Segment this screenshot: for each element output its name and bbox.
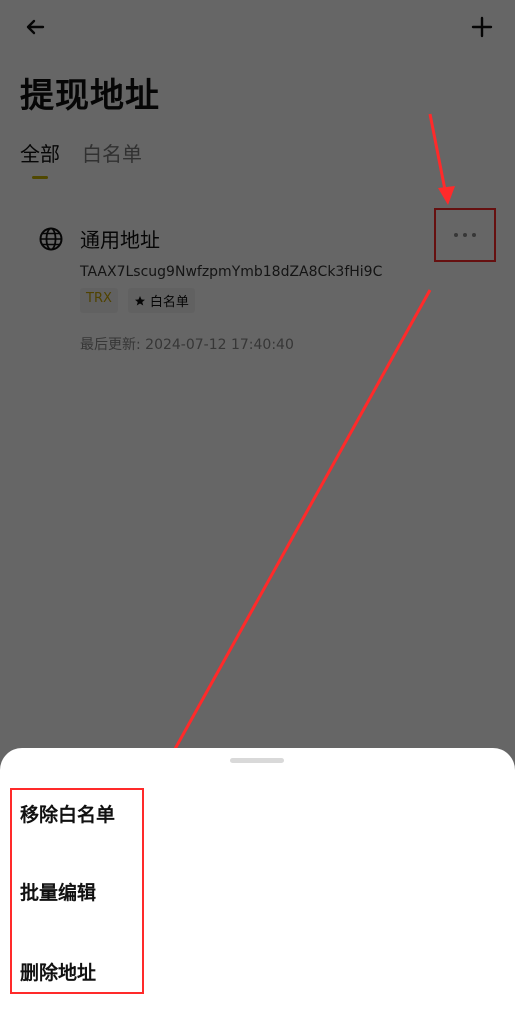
whitelist-badge: 白名单 (127, 288, 195, 313)
globe-icon (39, 227, 63, 251)
batch-edit-button[interactable]: 批量编辑 (20, 878, 96, 905)
badge-row: TRX 白名单 (80, 288, 195, 313)
tab-all-label: 全部 (20, 142, 60, 166)
tab-all[interactable]: 全部 (20, 138, 60, 179)
tab-active-indicator (32, 176, 48, 179)
network-badge: TRX (80, 288, 118, 313)
arrow-left-icon (26, 19, 45, 35)
bottom-sheet: 移除白名单 批量编辑 删除地址 (0, 748, 515, 1023)
address-label: 通用地址 (80, 228, 160, 252)
tab-whitelist-label: 白名单 (82, 142, 142, 166)
tab-whitelist[interactable]: 白名单 (82, 138, 142, 179)
more-options-button[interactable] (434, 208, 496, 262)
star-icon (134, 295, 145, 305)
tab-bar: 全部 白名单 (20, 138, 142, 179)
last-updated-text: 最后更新: 2024-07-12 17:40:40 (80, 337, 294, 353)
action-menu: 移除白名单 批量编辑 删除地址 (10, 788, 144, 994)
top-bar (0, 0, 515, 56)
sheet-drag-handle[interactable] (230, 758, 284, 763)
more-horizontal-icon (454, 233, 476, 237)
page-title: 提现地址 (20, 76, 160, 116)
delete-address-button[interactable]: 删除地址 (20, 958, 96, 985)
whitelist-badge-label: 白名单 (149, 295, 189, 310)
back-button[interactable] (20, 12, 50, 42)
remove-whitelist-button[interactable]: 移除白名单 (20, 800, 115, 827)
plus-icon (471, 16, 493, 38)
wallet-address: TAAX7Lscug9NwfzpmYmb18dZA8Ck3fHi9C (80, 264, 383, 280)
add-address-button[interactable] (467, 12, 497, 42)
